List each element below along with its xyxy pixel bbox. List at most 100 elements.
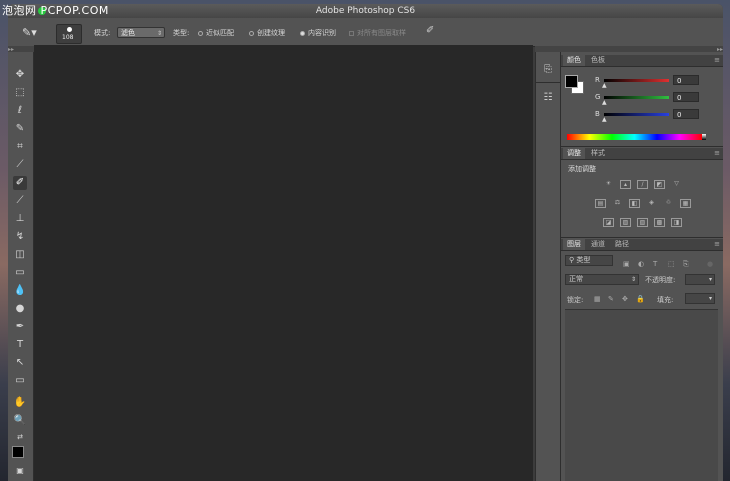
eraser-tool-icon[interactable]: ◫ [13,248,27,262]
properties-panel-icon[interactable]: ☷ [540,90,556,106]
layers-list[interactable] [565,309,718,481]
brightness-icon[interactable]: ☀ [603,180,614,189]
quick-select-tool-icon[interactable]: ✎ [13,122,27,136]
selective-color-icon[interactable]: ◨ [671,218,682,227]
dodge-tool-icon[interactable]: ● [13,302,27,316]
black-white-icon[interactable]: ◧ [629,199,640,208]
lock-transparent-icon[interactable]: ▦ [594,295,601,303]
filter-type-icon[interactable]: T [653,260,657,268]
panel-menu-icon[interactable]: ≡ [714,239,720,250]
invert-icon[interactable]: ◪ [603,218,614,227]
radio-proximity-label: 近似匹配 [206,29,234,37]
spot-healing-brush-icon[interactable]: ✎▾ [22,26,37,39]
chevron-down-icon: ▾ [708,276,712,283]
filter-pixel-icon[interactable]: ▣ [623,260,630,268]
brush-size-picker[interactable]: 108 [56,24,82,44]
slider-knob-icon[interactable]: ▲ [602,99,607,106]
threshold-icon[interactable]: ▧ [637,218,648,227]
mode-select[interactable]: 滤色 ⇕ [117,27,165,38]
channel-mixer-icon[interactable]: ♲ [663,199,674,208]
swap-colors-icon[interactable]: ⇄ [13,430,27,444]
mode-label: 模式: [94,29,111,37]
gradient-tool-icon[interactable]: ▭ [13,266,27,280]
pressure-icon[interactable]: ✐ [426,25,438,37]
panel-menu-icon[interactable]: ≡ [714,148,720,159]
red-label: R [595,76,600,84]
panel-menu-icon[interactable]: ≡ [714,55,720,66]
red-slider[interactable] [604,79,669,82]
spot-healing-brush-tool-icon[interactable]: ✐ [13,176,27,190]
layer-filter-kind[interactable]: ⚲ 类型 [565,255,613,266]
filter-shape-icon[interactable]: ⬚ [668,260,675,268]
radio-create-texture[interactable]: 创建纹理 [249,28,285,38]
lasso-tool-icon[interactable]: ℓ [13,104,27,118]
sample-all-layers-checkbox[interactable]: 对所有图层取样 [349,28,406,38]
lock-all-icon[interactable]: 🔒 [636,295,645,303]
radio-proximity-match[interactable]: 近似匹配 [198,28,234,38]
slider-knob-icon[interactable]: ▲ [602,116,607,123]
gradient-map-icon[interactable]: ▩ [654,218,665,227]
chevron-updown-icon: ⇕ [156,30,162,37]
path-select-tool-icon[interactable]: ↖ [13,356,27,370]
lock-image-icon[interactable]: ✎ [608,295,614,303]
tab-color[interactable]: 颜色 [563,55,585,66]
clone-stamp-tool-icon[interactable]: ⊥ [13,212,27,226]
filter-toggle-icon[interactable]: ● [707,260,713,268]
tab-paths[interactable]: 路径 [611,239,633,250]
pen-tool-icon[interactable]: ✒ [13,320,27,334]
fill-input[interactable]: ▾ [685,293,715,304]
lock-position-icon[interactable]: ✥ [622,295,628,303]
marquee-tool-icon[interactable]: ⬚ [13,86,27,100]
blue-value-input[interactable]: 0 [673,109,699,119]
curves-icon[interactable]: ∕ [637,180,648,189]
zoom-tool-icon[interactable]: 🔍 [13,414,27,428]
radio-content-aware[interactable]: 内容识别 [300,28,336,38]
green-value-input[interactable]: 0 [673,92,699,102]
type-tool-icon[interactable]: T [13,338,27,352]
brush-tool-icon[interactable]: ⟋ [13,194,27,208]
brush-size-value: 108 [62,34,74,41]
tab-adjustments[interactable]: 调整 [563,148,585,159]
move-tool-icon[interactable]: ✥ [13,68,27,82]
window-title: Adobe Photoshop CS6 [315,6,416,16]
blend-mode-select[interactable]: 正常 ⇕ [565,274,639,285]
tools-panel: ✥ ⬚ ℓ ✎ ⌗ ⟋ ✐ ⟋ ⊥ ↯ ◫ ▭ 💧 ● ✒ T ↖ ▭ ✋ 🔍 … [8,52,34,481]
crop-tool-icon[interactable]: ⌗ [13,140,27,154]
tab-swatches[interactable]: 色板 [587,55,609,66]
sample-all-layers-label: 对所有图层取样 [357,29,406,37]
blur-tool-icon[interactable]: 💧 [13,284,27,298]
history-panel-icon[interactable]: ⎘ [540,62,556,78]
color-balance-icon[interactable]: ⚖ [612,199,623,208]
color-spectrum[interactable] [567,134,706,140]
history-brush-tool-icon[interactable]: ↯ [13,230,27,244]
chevron-down-icon: ▾ [708,295,712,302]
exposure-icon[interactable]: ◩ [654,180,665,189]
tab-channels[interactable]: 通道 [587,239,609,250]
panel-dock: ⎘ ☷ [535,52,561,481]
foreground-color-swatch[interactable] [12,446,24,458]
eyedropper-tool-icon[interactable]: ⟋ [13,158,27,172]
color-lookup-icon[interactable]: ▦ [680,199,691,208]
levels-icon[interactable]: ▴ [620,180,631,189]
slider-knob-icon[interactable]: ▲ [602,82,607,89]
blue-slider[interactable] [604,113,669,116]
hue-saturation-icon[interactable]: ▤ [595,199,606,208]
document-canvas[interactable] [34,45,533,481]
filter-smart-object-icon[interactable]: ⎘ [683,260,689,269]
hand-tool-icon[interactable]: ✋ [13,396,27,410]
chevron-updown-icon: ⇕ [630,276,636,283]
vibrance-icon[interactable]: ▽ [671,180,682,189]
red-value-input[interactable]: 0 [673,75,699,85]
opacity-input[interactable]: ▾ [685,274,715,285]
color-fg-swatch[interactable] [565,75,578,88]
quick-mask-icon[interactable]: ▣ [13,464,27,478]
shape-tool-icon[interactable]: ▭ [13,374,27,388]
black-white-ramp[interactable] [702,134,706,140]
posterize-icon[interactable]: ▨ [620,218,631,227]
filter-adjustment-icon[interactable]: ◐ [638,260,644,268]
filter-kind-value: 类型 [576,256,591,264]
tab-styles[interactable]: 样式 [587,148,609,159]
green-slider[interactable] [604,96,669,99]
tab-layers[interactable]: 图层 [563,239,585,250]
photo-filter-icon[interactable]: ◈ [646,199,657,208]
